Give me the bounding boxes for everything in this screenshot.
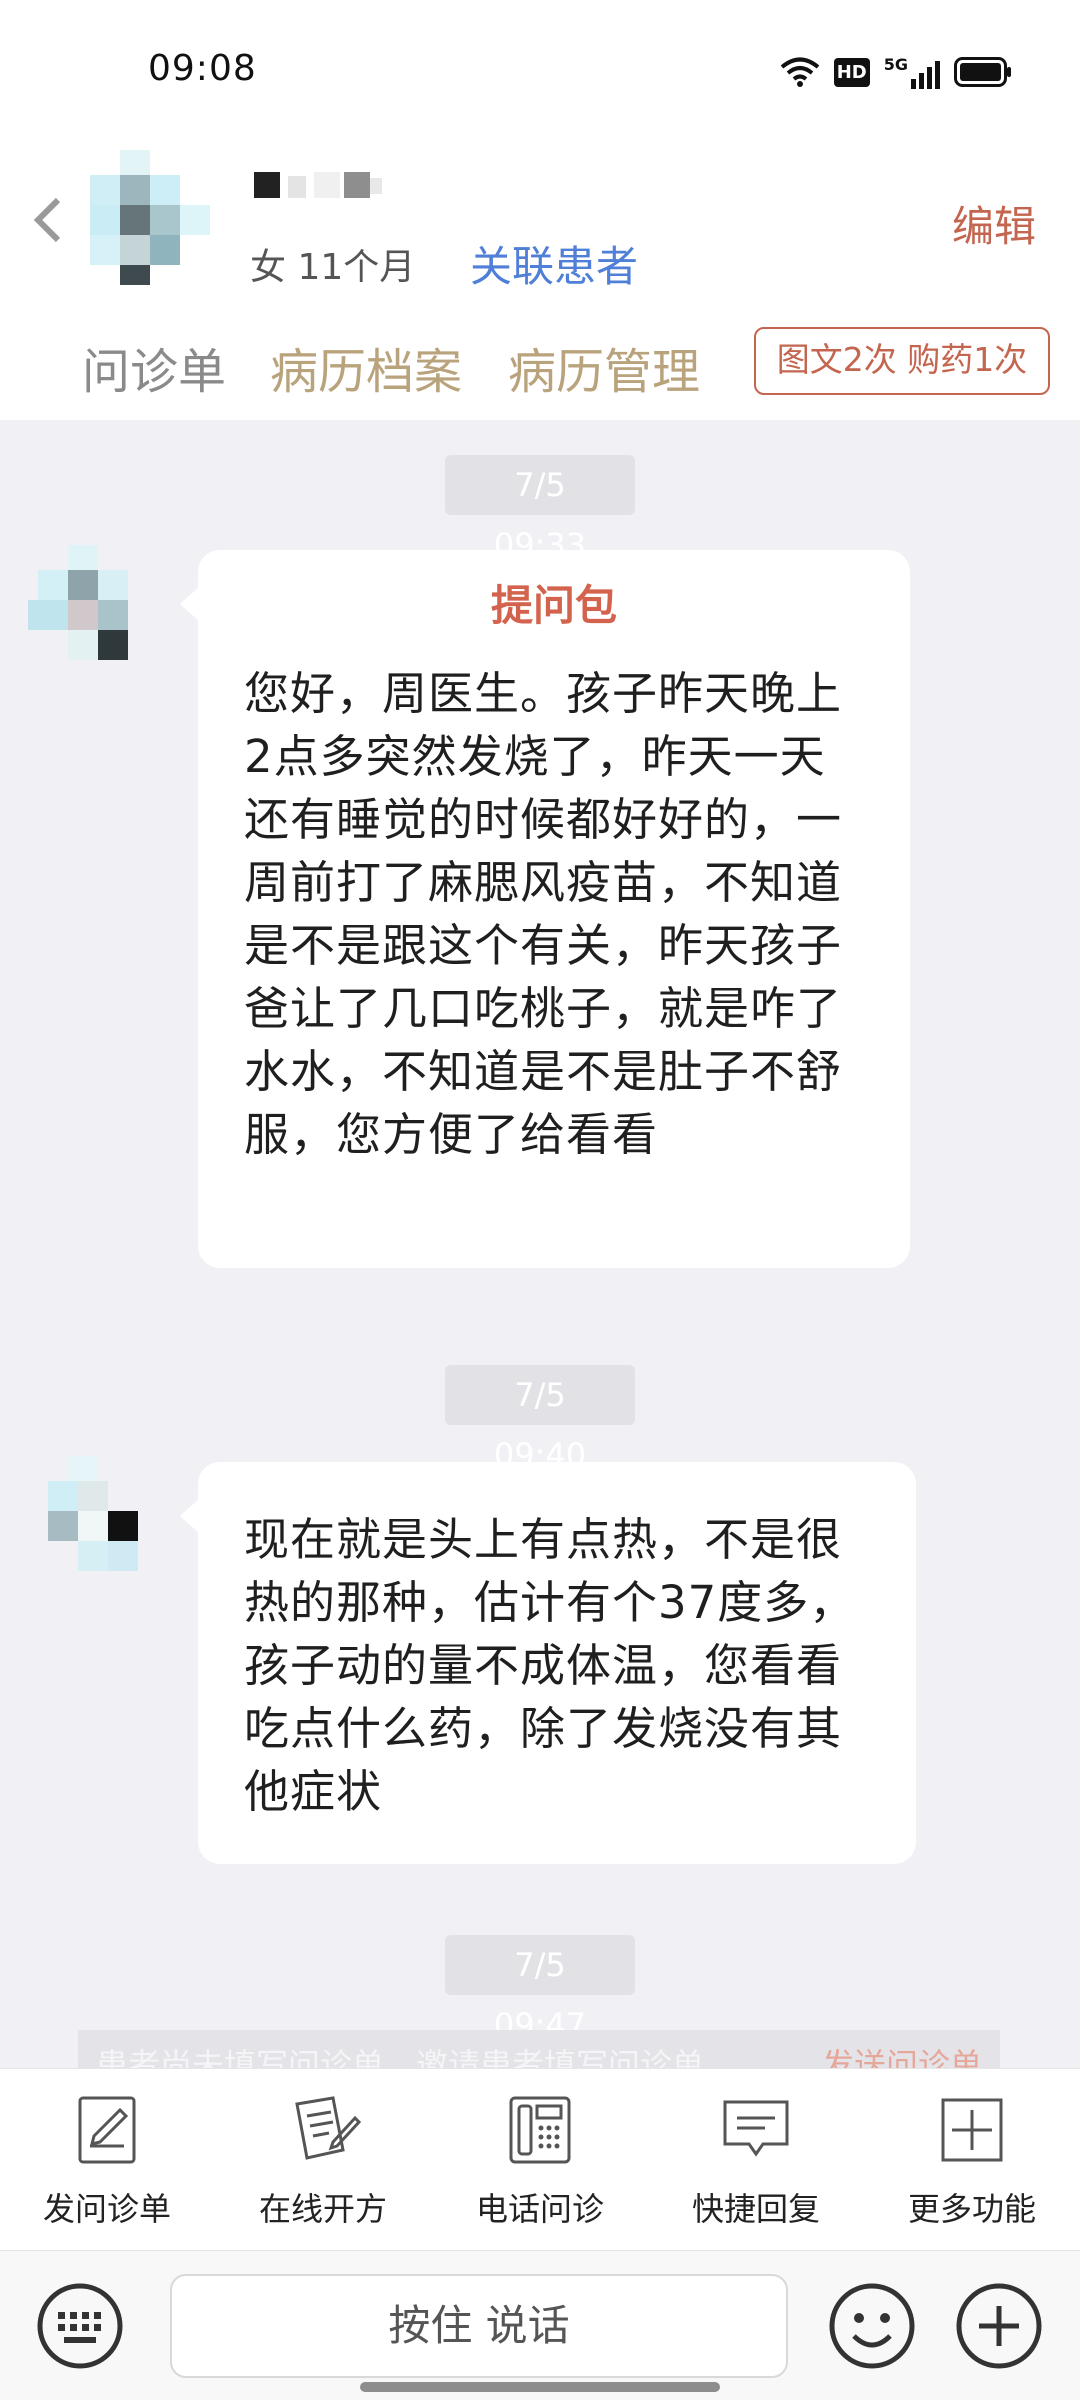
message-bubble: 现在就是头上有点热，不是很热的那种，估计有个37度多，孩子动的量不成体温，您看看… — [180, 1462, 916, 1864]
tab-record-management[interactable]: 病历管理 — [508, 332, 700, 402]
battery-icon — [954, 57, 1011, 87]
sender-avatar[interactable] — [28, 540, 158, 670]
message-timestamp: 7/5 09:33 — [445, 455, 635, 564]
message-bubble: 提问包 您好，周医生。孩子昨天晚上2点多突然发烧了，昨天一天还有睡觉的时候都好好… — [180, 550, 910, 1268]
status-icons: HD 5G — [780, 54, 1012, 90]
tool-label: 在线开方 — [258, 2190, 387, 2228]
message-timestamp: 7/5 09:40 — [445, 1365, 635, 1474]
plus-icon[interactable] — [955, 2282, 1043, 2370]
home-indicator[interactable] — [360, 2382, 720, 2392]
service-quota-badge[interactable]: 图文2次 购药1次 — [754, 327, 1050, 395]
5g-signal-icon: 5G — [884, 55, 940, 89]
tab-consult-form[interactable]: 问诊单 — [82, 332, 226, 402]
emoji-icon[interactable] — [828, 2282, 916, 2370]
tool-label: 快捷回复 — [691, 2190, 820, 2228]
edit-button[interactable]: 编辑 — [952, 193, 1036, 254]
more-functions-button[interactable]: 更多功能 — [882, 2094, 1062, 2234]
more-icon — [941, 2098, 1003, 2162]
phone-icon — [509, 2096, 571, 2164]
patient-name-blurred — [252, 168, 382, 204]
hold-to-talk-button[interactable]: 按住 说话 — [170, 2274, 788, 2378]
notice-text: 患者尚未填写问诊单，邀请患者填写问诊单 — [96, 2046, 705, 2070]
tool-label: 电话问诊 — [475, 2190, 604, 2228]
consult-form-notice: 患者尚未填写问诊单，邀请患者填写问诊单 发送问诊单 — [78, 2030, 1000, 2070]
question-pack-title: 提问包 — [490, 581, 617, 630]
tab-medical-archive[interactable]: 病历档案 — [270, 332, 462, 402]
message-text: 现在就是头上有点热，不是很热的那种，估计有个37度多，孩子动的量不成体温，您看看… — [244, 1513, 856, 1818]
back-arrow-icon[interactable] — [28, 190, 68, 250]
patient-gender-age: 女 11个月 — [250, 247, 416, 288]
message-text: 您好，周医生。孩子昨天晚上2点多突然发烧了，昨天一天还有睡觉的时候都好好的，一周… — [244, 667, 843, 1161]
phone-consult-button[interactable]: 电话问诊 — [450, 2094, 630, 2234]
link-patient-link[interactable]: 关联患者 — [470, 233, 638, 294]
send-consult-form-button[interactable]: 发问诊单 — [17, 2094, 197, 2234]
send-consult-form-link[interactable]: 发送问诊单 — [822, 2040, 982, 2070]
message-timestamp: 7/5 09:47 — [445, 1935, 635, 2044]
hd-icon: HD — [833, 57, 870, 87]
wifi-icon — [780, 57, 819, 87]
status-time: 09:08 — [148, 48, 257, 89]
quick-reply-button[interactable]: 快捷回复 — [666, 2094, 846, 2234]
keyboard-icon[interactable] — [36, 2282, 124, 2370]
prescription-icon — [295, 2096, 362, 2160]
tool-label: 发问诊单 — [42, 2190, 171, 2228]
patient-avatar[interactable] — [80, 150, 225, 285]
tool-label: 更多功能 — [907, 2190, 1036, 2228]
sender-avatar[interactable] — [28, 1456, 158, 1586]
online-prescription-button[interactable]: 在线开方 — [233, 2094, 413, 2234]
quick-reply-icon — [723, 2100, 789, 2157]
form-edit-icon — [78, 2096, 136, 2164]
